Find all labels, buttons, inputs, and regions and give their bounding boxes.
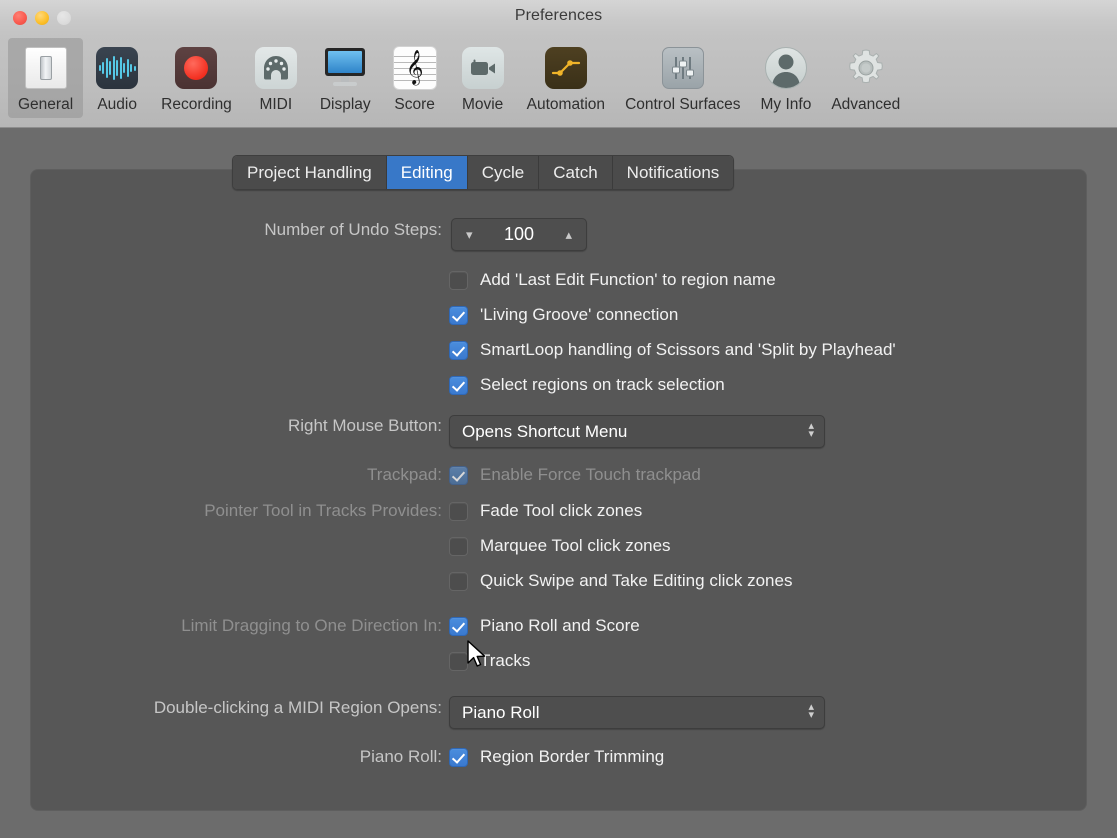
checkbox-box[interactable]: [449, 651, 468, 671]
user-avatar-icon: [762, 44, 810, 92]
checkbox-select-regions-on-track-selection[interactable]: Select regions on track selection: [449, 375, 725, 395]
checkbox-label: Tracks: [480, 651, 531, 670]
popup-arrows-icon: ▴ ▾: [808, 701, 814, 721]
checkbox-label: Add 'Last Edit Function' to region name: [480, 270, 776, 289]
checkbox-box[interactable]: [449, 571, 468, 591]
right-mouse-button-popup[interactable]: Opens Shortcut Menu ▴ ▾: [449, 415, 825, 448]
control-faders-icon: [659, 44, 707, 92]
toolbar-item-movie[interactable]: Movie: [449, 38, 517, 118]
trackpad-label: Trackpad:: [367, 465, 442, 484]
toolbar-item-general[interactable]: General: [8, 38, 84, 118]
score-note-icon: 𝄞: [391, 44, 439, 92]
gear-icon: [842, 44, 890, 92]
checkbox-label: Enable Force Touch trackpad: [480, 465, 701, 484]
undo-steps-label: Number of Undo Steps:: [264, 220, 442, 239]
toolbar-item-label: Movie: [461, 96, 504, 113]
toolbar-item-advanced[interactable]: Advanced: [821, 38, 910, 118]
piano-roll-label: Piano Roll:: [359, 747, 442, 766]
checkbox-smartloop-handling[interactable]: SmartLoop handling of Scissors and 'Spli…: [449, 340, 896, 360]
preferences-window: Preferences General Audio Recording MIDI…: [0, 0, 1117, 838]
pointer-tool-label: Pointer Tool in Tracks Provides:: [204, 501, 442, 520]
right-mouse-button-value: Opens Shortcut Menu: [462, 421, 628, 441]
chevron-up-icon[interactable]: ▴: [561, 228, 576, 241]
limit-dragging-label: Limit Dragging to One Direction In:: [181, 616, 442, 635]
checkbox-add-last-edit-function[interactable]: Add 'Last Edit Function' to region name: [449, 270, 776, 290]
toolbar-item-label: Automation: [526, 96, 606, 113]
general-switch-icon: [22, 44, 70, 92]
checkbox-label: Select regions on track selection: [480, 375, 725, 394]
titlebar: Preferences: [0, 0, 1117, 37]
toolbar-item-label: Score: [394, 96, 435, 113]
checkbox-marquee-tool-click-zones[interactable]: Marquee Tool click zones: [449, 536, 671, 556]
editing-settings-form: Number of Undo Steps: ▾ 100 ▴ Add 'Last …: [31, 170, 1086, 810]
checkbox-box[interactable]: [449, 375, 468, 395]
toolbar-item-recording[interactable]: Recording: [151, 38, 242, 118]
right-mouse-button-label: Right Mouse Button:: [287, 416, 442, 435]
chevron-down-icon[interactable]: ▾: [462, 228, 477, 241]
toolbar-item-midi[interactable]: MIDI: [242, 38, 310, 118]
checkbox-box[interactable]: [449, 501, 468, 521]
checkbox-label: Fade Tool click zones: [480, 501, 643, 520]
popup-arrows-icon: ▴ ▾: [808, 420, 814, 440]
toolbar-item-display[interactable]: Display: [310, 38, 381, 118]
undo-steps-stepper[interactable]: ▾ 100 ▴: [451, 218, 587, 251]
toolbar-item-my-info[interactable]: My Info: [751, 38, 822, 118]
checkbox-box[interactable]: [449, 270, 468, 290]
checkbox-quick-swipe-take-editing-click-zones[interactable]: Quick Swipe and Take Editing click zones: [449, 571, 792, 591]
midi-double-click-popup[interactable]: Piano Roll ▴ ▾: [449, 696, 825, 729]
checkbox-living-groove-connection[interactable]: 'Living Groove' connection: [449, 305, 678, 325]
undo-steps-value: 100: [503, 224, 535, 244]
display-monitor-icon: [321, 44, 369, 92]
checkbox-enable-force-touch-trackpad: Enable Force Touch trackpad: [449, 465, 701, 485]
checkbox-label: SmartLoop handling of Scissors and 'Spli…: [480, 340, 896, 359]
midi-double-click-label: Double-clicking a MIDI Region Opens:: [153, 698, 442, 717]
checkbox-label: Marquee Tool click zones: [480, 536, 671, 555]
toolbar-item-control-surfaces[interactable]: Control Surfaces: [615, 38, 750, 118]
preferences-toolbar: General Audio Recording MIDI Display 𝄞 S…: [0, 36, 1117, 128]
checkbox-box[interactable]: [449, 747, 468, 767]
checkbox-label: Quick Swipe and Take Editing click zones: [480, 571, 793, 590]
audio-waveform-icon: [93, 44, 141, 92]
checkbox-box: [449, 465, 468, 485]
midi-double-click-value: Piano Roll: [462, 702, 540, 722]
midi-connector-icon: [252, 44, 300, 92]
window-title: Preferences: [514, 7, 603, 24]
toolbar-item-label: Recording: [161, 96, 232, 113]
toolbar-item-label: MIDI: [259, 96, 293, 113]
toolbar-item-label: Display: [319, 96, 371, 113]
toolbar-item-automation[interactable]: Automation: [517, 38, 615, 118]
toolbar-item-score[interactable]: 𝄞 Score: [381, 38, 449, 118]
automation-curve-icon: [542, 44, 590, 92]
toolbar-item-audio[interactable]: Audio: [83, 38, 151, 118]
toolbar-item-label: Audio: [97, 96, 137, 113]
checkbox-tracks[interactable]: Tracks: [449, 651, 530, 671]
record-circle-icon: [172, 44, 220, 92]
checkbox-piano-roll-and-score[interactable]: Piano Roll and Score: [449, 616, 640, 636]
checkbox-box[interactable]: [449, 536, 468, 556]
toolbar-item-label: My Info: [760, 96, 812, 113]
checkbox-box[interactable]: [449, 616, 468, 636]
checkbox-fade-tool-click-zones[interactable]: Fade Tool click zones: [449, 501, 642, 521]
movie-camera-icon: [459, 44, 507, 92]
checkbox-label: Region Border Trimming: [480, 747, 665, 766]
checkbox-label: Piano Roll and Score: [480, 616, 640, 635]
checkbox-label: 'Living Groove' connection: [480, 305, 679, 324]
checkbox-box[interactable]: [449, 305, 468, 325]
toolbar-item-label: Control Surfaces: [625, 96, 741, 113]
checkbox-box[interactable]: [449, 340, 468, 360]
toolbar-item-label: General: [18, 96, 74, 113]
checkbox-region-border-trimming[interactable]: Region Border Trimming: [449, 747, 664, 767]
toolbar-item-label: Advanced: [831, 96, 901, 113]
